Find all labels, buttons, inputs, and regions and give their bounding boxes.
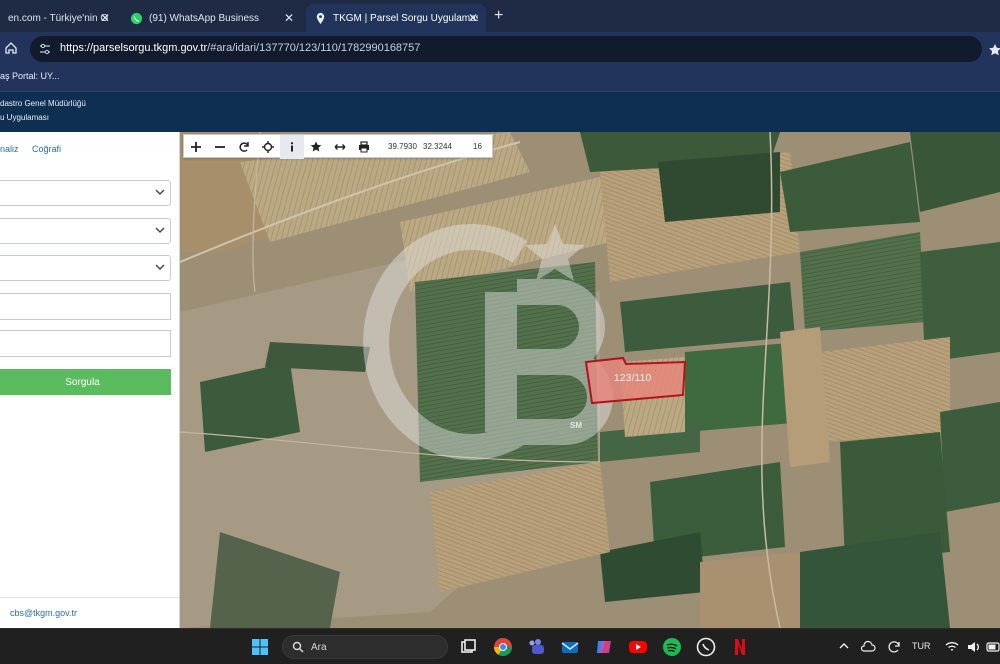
youtube-icon[interactable] <box>628 637 648 657</box>
query-panel: naliz Coğrafi Sorgula cbs@tkgm.gov.tr <box>0 132 180 628</box>
battery-icon[interactable] <box>986 639 1000 655</box>
application-name: u Uygulaması <box>0 113 49 122</box>
site-settings-icon[interactable] <box>38 42 52 56</box>
refresh-button[interactable] <box>232 135 256 159</box>
teams-icon[interactable] <box>526 637 546 657</box>
browser-tab-sahibinden[interactable]: en.com - Türkiye'nin O ✕ <box>0 4 118 32</box>
browser-tab-whatsapp[interactable]: (91) WhatsApp Business ✕ <box>122 4 302 32</box>
favorite-button[interactable] <box>304 135 328 159</box>
whatsapp-icon[interactable] <box>696 637 716 657</box>
tab-analiz[interactable]: naliz <box>0 144 19 154</box>
refresh-icon <box>239 142 249 152</box>
zoom-out-button[interactable] <box>208 135 232 159</box>
print-button[interactable] <box>352 135 376 159</box>
minus-icon <box>215 146 225 148</box>
watermark-mark: SM <box>570 421 582 430</box>
map-toolbar: 39.7930 32.3244 16 <box>183 134 493 159</box>
url-path: /#ara/idari/137770/123/110/1782990168757 <box>207 42 421 54</box>
chevron-down-icon <box>155 264 165 270</box>
info-icon <box>290 142 294 152</box>
spotify-icon[interactable] <box>662 637 682 657</box>
task-view-icon[interactable] <box>458 637 478 657</box>
block-number-input[interactable] <box>0 293 171 320</box>
coordinate-x: 39.7930 <box>388 142 417 151</box>
parcel-number-input[interactable] <box>0 330 171 357</box>
province-select[interactable] <box>0 180 171 206</box>
parcel-label: 123/110 <box>614 373 652 384</box>
star-icon <box>310 141 322 152</box>
plus-icon <box>191 142 201 152</box>
field <box>700 552 800 628</box>
zoom-level: 16 <box>473 142 482 151</box>
close-tab-icon[interactable]: ✕ <box>468 11 478 25</box>
crop-field <box>940 402 1000 512</box>
district-select[interactable] <box>0 218 171 244</box>
query-button[interactable]: Sorgula <box>0 369 171 395</box>
browser-toolbar: https://parselsorgu.tkgm.gov.tr/#ara/ida… <box>0 32 1000 66</box>
bookmark-star-icon[interactable] <box>988 43 1000 57</box>
chevron-up-icon[interactable] <box>838 640 850 652</box>
tab-title: en.com - Türkiye'nin O <box>8 12 108 24</box>
cloud-sync-icon[interactable] <box>860 639 876 655</box>
crop-field <box>658 152 780 222</box>
search-placeholder: Ara <box>311 642 327 653</box>
map-view[interactable]: 39.7930 32.3244 16 123/110 SM <box>180 132 1000 628</box>
home-icon[interactable] <box>4 41 18 55</box>
address-bar[interactable]: https://parselsorgu.tkgm.gov.tr/#ara/ida… <box>30 36 1000 62</box>
refresh-icon[interactable] <box>886 639 902 655</box>
wifi-icon[interactable] <box>944 639 960 655</box>
crosshair-icon <box>262 141 274 153</box>
tab-cografi[interactable]: Coğrafi <box>32 144 61 154</box>
organization-name: dastro Genel Müdürlüğü <box>0 99 86 108</box>
map-pin-icon <box>316 12 325 24</box>
arrows-horizontal-icon <box>334 144 346 150</box>
coordinate-y: 32.3244 <box>423 142 452 151</box>
locate-button[interactable] <box>256 135 280 159</box>
info-button[interactable] <box>280 135 304 159</box>
contact-email-link[interactable]: cbs@tkgm.gov.tr <box>10 608 77 618</box>
copilot-icon[interactable] <box>594 637 614 657</box>
neighborhood-select[interactable] <box>0 255 171 281</box>
zoom-in-button[interactable] <box>184 135 208 159</box>
input-language[interactable]: TUR <box>912 641 931 651</box>
windows-start-icon[interactable] <box>252 639 268 655</box>
browser-tab-strip: en.com - Türkiye'nin O ✕ (91) WhatsApp B… <box>0 0 1000 32</box>
browser-tab-tkgm[interactable]: TKGM | Parsel Sorgu Uygulamas ✕ <box>306 4 486 32</box>
crop-field <box>265 342 370 372</box>
taskbar-search[interactable]: Ara <box>282 635 448 659</box>
bookmark-item[interactable]: aş Portal: UY... <box>0 71 59 81</box>
bookmarks-bar: aş Portal: UY... <box>0 66 1000 92</box>
satellite-imagery <box>180 132 1000 628</box>
close-tab-icon[interactable]: ✕ <box>284 11 294 25</box>
tab-title: TKGM | Parsel Sorgu Uygulamas <box>333 12 478 24</box>
chevron-down-icon <box>155 189 165 195</box>
whatsapp-icon <box>130 12 143 24</box>
divider <box>0 597 179 598</box>
search-icon <box>292 641 304 653</box>
chevron-down-icon <box>155 227 165 233</box>
site-header: dastro Genel Müdürlüğü u Uygulaması <box>0 92 1000 132</box>
url-text[interactable]: https://parselsorgu.tkgm.gov.tr/#ara/ida… <box>60 42 420 54</box>
print-icon <box>359 141 369 153</box>
measure-button[interactable] <box>328 135 352 159</box>
windows-taskbar: Ara TUR <box>0 628 1000 664</box>
chrome-icon[interactable] <box>493 637 513 657</box>
tab-title: (91) WhatsApp Business <box>149 12 260 24</box>
field <box>820 337 950 442</box>
mail-icon[interactable] <box>560 637 580 657</box>
new-tab-button[interactable]: + <box>494 7 503 25</box>
netflix-icon[interactable] <box>730 637 750 657</box>
close-tab-icon[interactable]: ✕ <box>100 11 110 25</box>
url-host: https://parselsorgu.tkgm.gov.tr <box>60 42 208 54</box>
volume-icon[interactable] <box>966 639 982 655</box>
